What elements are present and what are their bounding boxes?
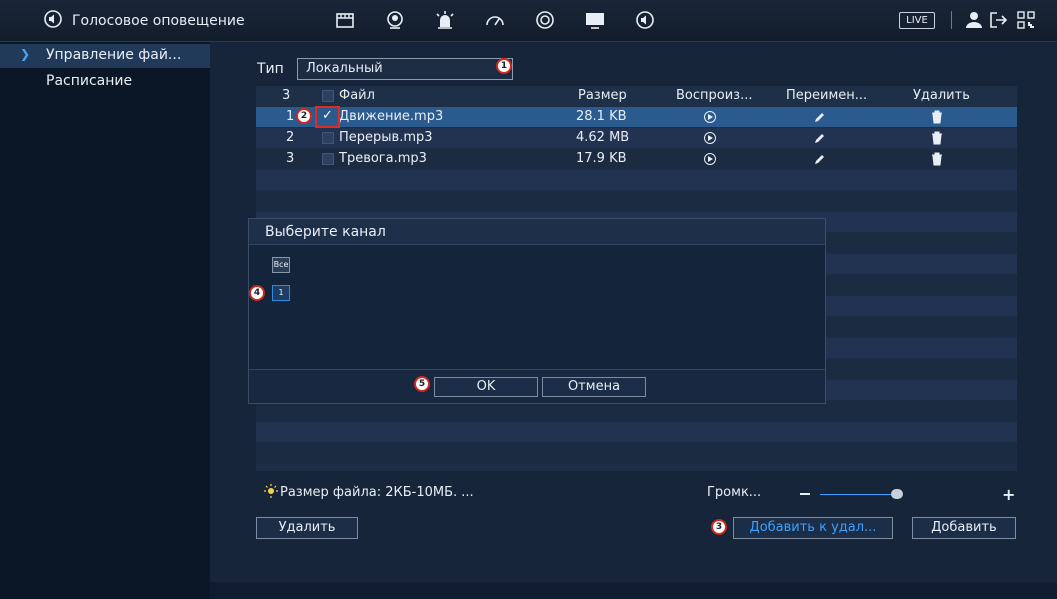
table-row-empty — [256, 401, 1017, 421]
file-name: Движение.mp3 — [339, 109, 444, 124]
table-row[interactable]: 3 Тревога.mp3 17.9 KB — [256, 149, 1017, 169]
monitor-icon[interactable] — [583, 9, 607, 31]
row-number: 1 — [286, 109, 295, 124]
qr-icon[interactable] — [1014, 9, 1038, 31]
volume-slider[interactable]: + — [800, 485, 1022, 505]
play-icon[interactable] — [704, 153, 716, 165]
table-row-empty — [256, 170, 1017, 190]
sync-icon[interactable] — [533, 9, 557, 31]
table-row[interactable]: 2 Перерыв.mp3 4.62 MB — [256, 128, 1017, 148]
plus-icon[interactable]: + — [1002, 485, 1015, 504]
file-name: Тревога.mp3 — [339, 151, 427, 166]
lightbulb-icon — [264, 484, 278, 498]
file-size-hint: Размер файла: 2КБ-10МБ. ... — [280, 485, 474, 500]
table-header: 3 Файл Размер Воспроиз... Переимен... Уд… — [256, 86, 1017, 106]
annotation-badge: 1 — [496, 58, 512, 74]
row-number: 3 — [286, 151, 295, 166]
col-rename: Переимен... — [786, 88, 868, 103]
dialog-header: Выберите канал — [249, 219, 825, 245]
col-play: Воспроиз... — [676, 88, 753, 103]
speaker-icon[interactable] — [44, 10, 62, 28]
file-name: Перерыв.mp3 — [339, 130, 433, 145]
file-size: 28.1 KB — [576, 109, 627, 124]
file-size: 4.62 MB — [576, 130, 630, 145]
sidebar-item-label: Управление фай... — [46, 47, 182, 63]
sidebar-item-label: Расписание — [46, 73, 133, 89]
annotation-badge: 5 — [414, 376, 430, 392]
sidebar-item-schedule[interactable]: Расписание — [0, 70, 210, 94]
table-row-empty — [256, 422, 1017, 442]
type-select[interactable]: Локальный — [297, 58, 513, 80]
pencil-icon[interactable] — [813, 110, 827, 124]
top-bar: Голосовое оповещение LIVE — [0, 0, 1057, 42]
pencil-icon[interactable] — [813, 131, 827, 145]
trash-icon[interactable] — [931, 131, 943, 145]
annotation-badge: 3 — [711, 519, 727, 535]
speaker-icon[interactable] — [633, 9, 657, 31]
slider-thumb[interactable] — [890, 489, 903, 499]
user-icon[interactable] — [962, 9, 986, 31]
live-button[interactable]: LIVE — [899, 12, 935, 29]
page-title: Голосовое оповещение — [72, 13, 245, 29]
film-icon[interactable] — [333, 9, 357, 31]
play-icon[interactable] — [704, 111, 716, 123]
highlight-box — [315, 106, 340, 128]
channel-1-button[interactable]: 1 — [272, 285, 290, 301]
pencil-icon[interactable] — [813, 152, 827, 166]
select-all-channels-button[interactable]: Все — [272, 257, 290, 273]
face-icon[interactable] — [383, 9, 407, 31]
cancel-button[interactable]: Отмена — [542, 377, 646, 397]
delete-button[interactable]: Удалить — [256, 517, 358, 539]
select-channel-dialog: Выберите канал Все 1 OK Отмена — [248, 218, 826, 404]
row-number: 2 — [286, 130, 295, 145]
status-strip — [210, 582, 1057, 599]
divider — [951, 11, 952, 29]
add-to-button[interactable]: Добавить к удал... — [733, 517, 893, 539]
sidebar: ❯ Управление фай... Расписание — [0, 42, 210, 599]
annotation-badge: 4 — [249, 285, 265, 301]
file-size: 17.9 KB — [576, 151, 627, 166]
add-button[interactable]: Добавить — [912, 517, 1016, 539]
trash-icon[interactable] — [931, 152, 943, 166]
minus-icon[interactable] — [800, 493, 810, 495]
chevron-right-icon: ❯ — [20, 47, 31, 61]
row-count: 3 — [282, 88, 291, 103]
sidebar-item-file-management[interactable]: ❯ Управление фай... — [0, 44, 210, 68]
col-file: Файл — [339, 88, 375, 103]
volume-label: Громк... — [707, 485, 762, 500]
ok-button[interactable]: OK — [434, 377, 538, 397]
gauge-icon[interactable] — [483, 9, 507, 31]
col-size: Размер — [578, 88, 627, 103]
logout-icon[interactable] — [987, 9, 1011, 31]
type-label: Тип — [257, 61, 284, 77]
dialog-footer: OK Отмена — [249, 369, 825, 403]
table-row-empty — [256, 191, 1017, 211]
table-row[interactable]: 1 ✓ Движение.mp3 28.1 KB — [256, 107, 1017, 127]
dialog-title: Выберите канал — [265, 224, 386, 240]
slider-track[interactable] — [820, 494, 897, 495]
play-icon[interactable] — [704, 132, 716, 144]
col-delete: Удалить — [913, 88, 970, 103]
annotation-badge: 2 — [296, 108, 312, 124]
table-row-empty — [256, 443, 1017, 463]
select-all-checkbox[interactable] — [322, 90, 334, 102]
row-checkbox[interactable] — [322, 153, 334, 165]
trash-icon[interactable] — [931, 110, 943, 124]
row-checkbox[interactable] — [322, 132, 334, 144]
alarm-icon[interactable] — [433, 9, 457, 31]
